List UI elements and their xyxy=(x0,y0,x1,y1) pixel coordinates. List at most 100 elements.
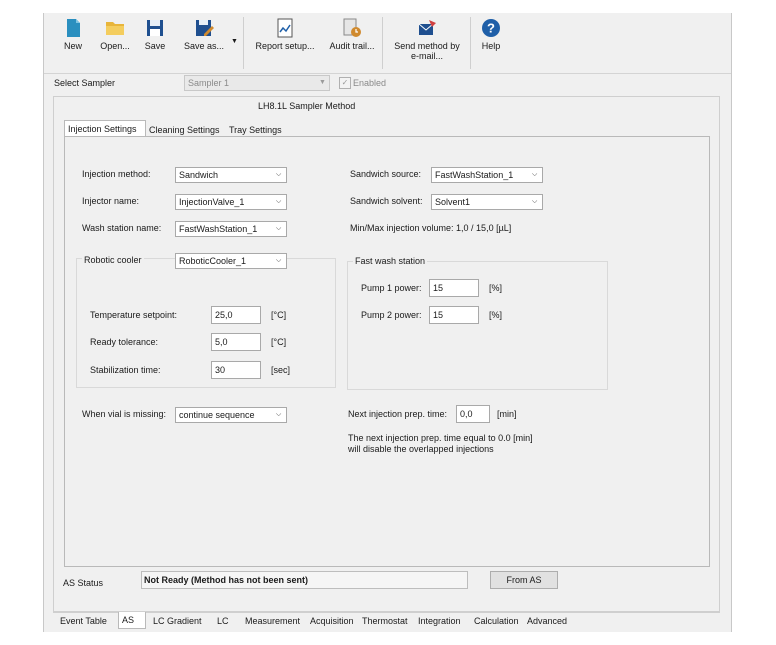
method-panel: LH8.1L Sampler Method Injection Settings… xyxy=(53,96,720,612)
select-sampler-label: Select Sampler xyxy=(54,78,116,88)
vial-missing-select[interactable]: continue sequence ⌵ xyxy=(175,407,287,423)
toolbar-separator xyxy=(470,17,471,69)
tab-label: Integration xyxy=(418,616,461,626)
chevron-down-icon: ⌵ xyxy=(276,198,282,205)
pump2-power-input[interactable]: 15 xyxy=(429,306,479,324)
report-chart-icon xyxy=(277,18,293,38)
send-method-email-button[interactable]: Send method by e-mail... xyxy=(390,13,464,75)
sampler-select[interactable]: Sampler 1 ▼ xyxy=(184,75,330,91)
save-as-dropdown-icon[interactable]: ▼ xyxy=(231,38,238,45)
toolbar-divider xyxy=(44,73,731,74)
as-status-value: Not Ready (Method has not been sent) xyxy=(144,575,309,585)
tab-lc[interactable]: LC xyxy=(214,613,232,630)
ready-tolerance-label: Ready tolerance: xyxy=(90,337,159,347)
from-as-button[interactable]: From AS xyxy=(490,571,558,589)
save-button[interactable]: Save xyxy=(140,13,170,75)
tab-lc-gradient[interactable]: LC Gradient xyxy=(150,613,205,630)
wash-station-label: Wash station name: xyxy=(82,223,162,233)
toolbar: New Open... Save Save as... ▼ Report set… xyxy=(44,13,731,75)
injection-method-label: Injection method: xyxy=(82,169,151,179)
as-status-label: AS Status xyxy=(63,578,104,588)
svg-text:?: ? xyxy=(487,21,495,36)
pump2-power-value: 15 xyxy=(433,310,444,320)
tab-as[interactable]: AS xyxy=(118,612,146,629)
as-status-field: Not Ready (Method has not been sent) xyxy=(141,571,468,589)
help-button[interactable]: ? Help xyxy=(476,13,506,75)
tab-measurement[interactable]: Measurement xyxy=(242,613,303,630)
pump1-power-unit: [%] xyxy=(489,283,503,293)
chevron-down-icon: ⌵ xyxy=(276,257,282,264)
injector-name-label: Injector name: xyxy=(82,196,140,206)
chevron-down-icon: ⌵ xyxy=(276,171,282,178)
robotic-cooler-select[interactable]: RoboticCooler_1 ⌵ xyxy=(175,253,287,269)
tab-label: Advanced xyxy=(527,616,568,626)
tab-label: Cleaning Settings xyxy=(149,125,220,135)
tab-label: Measurement xyxy=(245,616,301,626)
next-prep-time-value: 0,0 xyxy=(460,409,473,419)
folder-icon xyxy=(106,22,124,35)
tab-label: Tray Settings xyxy=(229,125,282,135)
tab-thermostat[interactable]: Thermostat xyxy=(359,613,411,630)
stabilization-time-input[interactable]: 30 xyxy=(211,361,261,379)
next-prep-time-input[interactable]: 0,0 xyxy=(456,405,490,423)
injector-name-value: InjectionValve_1 xyxy=(179,197,245,207)
pump2-power-label: Pump 2 power: xyxy=(361,310,422,320)
tab-event-table[interactable]: Event Table xyxy=(57,613,110,630)
enabled-checkbox[interactable]: ✓ xyxy=(339,77,351,89)
ready-tolerance-value: 5,0 xyxy=(215,337,228,347)
tab-calculation[interactable]: Calculation xyxy=(471,613,522,630)
enabled-label: Enabled xyxy=(353,78,387,88)
new-label: New xyxy=(63,41,82,51)
tab-advanced[interactable]: Advanced xyxy=(524,613,570,630)
pump1-power-input[interactable]: 15 xyxy=(429,279,479,297)
toolbar-separator xyxy=(243,17,244,69)
temperature-setpoint-input[interactable]: 25,0 xyxy=(211,306,261,324)
report-setup-button[interactable]: Report setup... xyxy=(252,13,318,75)
injection-method-value: Sandwich xyxy=(179,170,219,180)
ready-tolerance-unit: [°C] xyxy=(271,337,287,347)
help-icon: ? xyxy=(482,19,500,37)
robotic-cooler-value: RoboticCooler_1 xyxy=(179,256,247,266)
chevron-down-icon: ⌵ xyxy=(276,225,282,232)
prep-time-note-line2: will disable the overlapped injections xyxy=(348,444,494,454)
chevron-down-icon: ⌵ xyxy=(532,171,538,178)
temperature-setpoint-label: Temperature setpoint: xyxy=(90,310,178,320)
injection-method-select[interactable]: Sandwich ⌵ xyxy=(175,167,287,183)
wash-station-value: FastWashStation_1 xyxy=(179,224,258,234)
sampler-value: Sampler 1 xyxy=(188,78,230,88)
floppy-disk-icon xyxy=(147,20,163,36)
from-as-label: From AS xyxy=(506,575,542,585)
help-label: Help xyxy=(481,41,501,51)
new-file-icon xyxy=(67,19,80,37)
tab-label: Event Table xyxy=(60,616,107,626)
temperature-setpoint-value: 25,0 xyxy=(215,310,233,320)
pump1-power-value: 15 xyxy=(433,283,444,293)
stabilization-time-value: 30 xyxy=(215,365,226,375)
tab-injection-settings[interactable]: Injection Settings xyxy=(64,120,146,136)
send-method-label: Send method by e-mail... xyxy=(394,41,460,61)
tab-label: Calculation xyxy=(474,616,519,626)
method-title: LH8.1L Sampler Method xyxy=(258,101,356,111)
vial-missing-value: continue sequence xyxy=(179,410,255,420)
sandwich-source-value: FastWashStation_1 xyxy=(435,170,514,180)
ready-tolerance-input[interactable]: 5,0 xyxy=(211,333,261,351)
tab-label: Injection Settings xyxy=(68,124,137,134)
robotic-cooler-label: Robotic cooler xyxy=(82,255,144,265)
audit-trail-button[interactable]: Audit trail... xyxy=(326,13,378,75)
new-button[interactable]: New xyxy=(56,13,90,75)
tab-label: AS xyxy=(122,615,135,625)
tab-label: Thermostat xyxy=(362,616,408,626)
sandwich-solvent-select[interactable]: Solvent1 ⌵ xyxy=(431,194,543,210)
open-button[interactable]: Open... xyxy=(96,13,134,75)
sandwich-source-select[interactable]: FastWashStation_1 ⌵ xyxy=(431,167,543,183)
toolbar-separator xyxy=(382,17,383,69)
tab-acquisition[interactable]: Acquisition xyxy=(307,613,357,630)
audit-trail-label: Audit trail... xyxy=(329,41,375,51)
injector-name-select[interactable]: InjectionValve_1 ⌵ xyxy=(175,194,287,210)
tab-integration[interactable]: Integration xyxy=(415,613,464,630)
stabilization-time-label: Stabilization time: xyxy=(90,365,161,375)
wash-station-select[interactable]: FastWashStation_1 ⌵ xyxy=(175,221,287,237)
save-as-button[interactable]: Save as... xyxy=(180,13,228,75)
sandwich-solvent-value: Solvent1 xyxy=(435,197,471,207)
stabilization-time-unit: [sec] xyxy=(271,365,291,375)
